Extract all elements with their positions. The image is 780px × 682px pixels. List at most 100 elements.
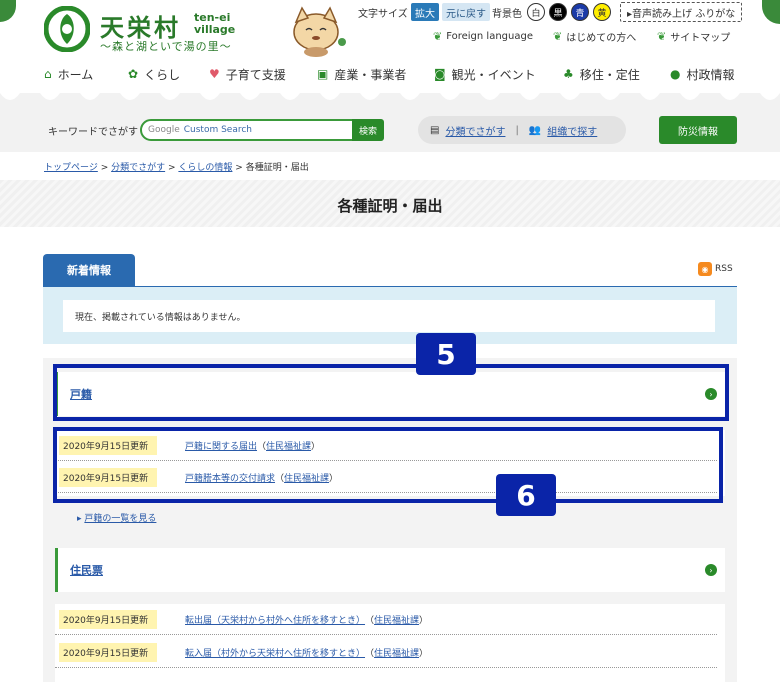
site-logo[interactable]: 天栄村 ten-ei village ～森と湖といで湯の里～ bbox=[44, 6, 346, 57]
rss-label: RSS bbox=[715, 264, 733, 274]
tab-new-info[interactable]: 新着情報 bbox=[43, 254, 135, 286]
heart-icon: ♥ bbox=[209, 67, 220, 81]
item-dept: （住民福祉課） bbox=[365, 616, 429, 626]
sublink-first-time-label: はじめての方へ bbox=[566, 32, 637, 44]
search-bar: キーワードでさがす Google Custom Search 検索 ▤ 分類でさ… bbox=[0, 107, 780, 152]
google-label: Google bbox=[148, 125, 180, 135]
nav-government-label: 村政情報 bbox=[686, 67, 735, 82]
annotation-box-5 bbox=[53, 364, 729, 421]
item-dept: （住民福祉課） bbox=[365, 649, 429, 659]
nav-home[interactable]: ⌂ ホーム bbox=[44, 64, 93, 84]
search-options: ▤ 分類でさがす | 👥 組織で探す bbox=[418, 116, 626, 144]
voice-reading-button[interactable]: ▸音声読み上げ ふりがな bbox=[620, 2, 743, 22]
rss-icon: ◉ bbox=[698, 262, 712, 276]
bg-color-controls: 背景色 白 黒 青 黄 bbox=[492, 2, 611, 22]
gear-icon: ✿ bbox=[128, 67, 139, 81]
update-date: 2020年9月15日更新 bbox=[59, 643, 157, 662]
annotation-label-5: 5 bbox=[416, 333, 476, 375]
sublink-sitemap-label: サイトマップ bbox=[670, 32, 731, 44]
logo-english: ten-ei village bbox=[194, 12, 235, 36]
keyword-search-label: キーワードでさがす bbox=[48, 127, 138, 138]
search-by-category-link[interactable]: 分類でさがす bbox=[445, 123, 505, 138]
breadcrumb-separator: > bbox=[168, 163, 179, 173]
list-item: 2020年9月15日更新 転出届（天栄村から村外へ住所を移すとき） （住民福祉課… bbox=[55, 605, 717, 635]
nav-industry-label: 産業・事業者 bbox=[334, 67, 407, 82]
item-title-link[interactable]: 転出届（天栄村から村外へ住所を移すとき） bbox=[185, 613, 365, 626]
breadcrumb-current: 各種証明・届出 bbox=[245, 163, 309, 173]
sprout-icon: ♣ bbox=[563, 67, 574, 81]
nav-childcare[interactable]: ♥ 子育て支援 bbox=[209, 64, 286, 84]
nav-tourism-label: 観光・イベント bbox=[451, 67, 536, 82]
nav-government[interactable]: ● 村政情報 bbox=[670, 64, 735, 84]
sublink-sitemap[interactable]: ❦ サイトマップ bbox=[657, 28, 730, 44]
bg-black-button[interactable]: 黒 bbox=[549, 3, 567, 21]
bg-white-button[interactable]: 白 bbox=[527, 3, 545, 21]
category-juminhyo-items: 2020年9月15日更新 転出届（天栄村から村外へ住所を移すとき） （住民福祉課… bbox=[55, 604, 725, 682]
dept-link[interactable]: 住民福祉課 bbox=[374, 616, 419, 626]
koseki-more: ▸ 戸籍の一覧を見る bbox=[77, 511, 156, 524]
koseki-more-link[interactable]: 戸籍の一覧を見る bbox=[84, 514, 156, 524]
nav-tourism[interactable]: ◙ 観光・イベント bbox=[434, 64, 536, 84]
font-size-buttons: 拡大 元に戻す bbox=[411, 2, 490, 22]
speech-bubble-icon: ● bbox=[670, 67, 681, 81]
home-icon: ⌂ bbox=[44, 67, 52, 81]
breadcrumb-separator: > bbox=[100, 163, 112, 173]
update-date: 2020年9月15日更新 bbox=[59, 610, 157, 629]
sublink-foreign-label: Foreign language bbox=[446, 30, 533, 42]
nav-childcare-label: 子育て支援 bbox=[225, 67, 286, 82]
list-icon: ▤ bbox=[430, 124, 440, 136]
breadcrumb-category[interactable]: 分類でさがす bbox=[111, 163, 165, 173]
font-size-label: 文字サイズ bbox=[358, 8, 408, 20]
reset-font-button[interactable]: 元に戻す bbox=[442, 3, 490, 21]
leaf-decoration bbox=[762, 0, 780, 24]
category-header-juminhyo[interactable]: 住民票 › bbox=[55, 548, 725, 592]
bg-yellow-button[interactable]: 黄 bbox=[593, 3, 611, 21]
disaster-info-button[interactable]: 防災情報 bbox=[659, 116, 737, 144]
annotation-label-6: 6 bbox=[496, 474, 556, 516]
sublink-foreign[interactable]: ❦ Foreign language bbox=[433, 28, 533, 44]
sublink-first-time[interactable]: ❦ はじめての方へ bbox=[553, 28, 636, 44]
voice-control: ▸音声読み上げ ふりがな bbox=[620, 2, 743, 22]
briefcase-icon: ▣ bbox=[317, 67, 329, 81]
leaf-icon: ❦ bbox=[657, 29, 667, 43]
search-input[interactable]: Google Custom Search bbox=[140, 119, 354, 141]
breadcrumb: トップページ > 分類でさがす > くらしの情報 > 各種証明・届出 bbox=[44, 160, 309, 173]
leaf-icon: ❦ bbox=[433, 29, 443, 43]
header-wave-divider bbox=[0, 93, 780, 107]
new-info-message: 現在、掲載されている情報はありません。 bbox=[63, 300, 715, 332]
enlarge-font-button[interactable]: 拡大 bbox=[411, 3, 439, 21]
new-info-panel: 現在、掲載されている情報はありません。 bbox=[43, 286, 737, 344]
dept-link[interactable]: 住民福祉課 bbox=[374, 649, 419, 659]
rss-link[interactable]: ◉ RSS bbox=[698, 262, 733, 276]
search-button[interactable]: 検索 bbox=[352, 119, 384, 141]
logo-subtitle: ～森と湖といで湯の里～ bbox=[100, 40, 232, 53]
divider: | bbox=[515, 124, 519, 136]
village-emblem-icon bbox=[44, 6, 90, 52]
nav-industry[interactable]: ▣ 産業・事業者 bbox=[317, 64, 406, 84]
nav-life[interactable]: ✿ くらし bbox=[128, 64, 180, 84]
nav-migration-label: 移住・定住 bbox=[579, 67, 640, 82]
camera-icon: ◙ bbox=[434, 67, 446, 81]
bg-color-label: 背景色 bbox=[492, 8, 522, 20]
font-size-controls: 文字サイズ bbox=[358, 2, 408, 22]
breadcrumb-separator: > bbox=[235, 163, 246, 173]
mascot-icon bbox=[293, 6, 346, 57]
leaf-decoration bbox=[0, 0, 16, 22]
people-icon: 👥 bbox=[528, 124, 542, 136]
site-header: 天栄村 ten-ei village ～森と湖といで湯の里～ 文字サイズ 拡大 … bbox=[0, 0, 780, 107]
chevron-right-icon: › bbox=[705, 564, 717, 576]
nav-home-label: ホーム bbox=[57, 67, 94, 82]
bg-blue-button[interactable]: 青 bbox=[571, 3, 589, 21]
breadcrumb-top[interactable]: トップページ bbox=[44, 163, 98, 173]
nav-migration[interactable]: ♣ 移住・定住 bbox=[563, 64, 640, 84]
list-item: 2020年9月15日更新 転入届（村外から天栄村へ住所を移すとき） （住民福祉課… bbox=[55, 638, 717, 668]
leaf-icon: ❦ bbox=[553, 29, 563, 43]
breadcrumb-life[interactable]: くらしの情報 bbox=[178, 163, 232, 173]
item-title-link[interactable]: 転入届（村外から天栄村へ住所を移すとき） bbox=[185, 646, 365, 659]
nav-life-label: くらし bbox=[144, 67, 181, 82]
search-placeholder: Custom Search bbox=[183, 125, 253, 135]
category-juminhyo-link[interactable]: 住民票 bbox=[70, 562, 103, 578]
annotation-box-6 bbox=[53, 427, 723, 503]
search-by-org-link[interactable]: 組織で探す bbox=[547, 123, 597, 138]
page-title: 各種証明・届出 bbox=[337, 197, 443, 215]
